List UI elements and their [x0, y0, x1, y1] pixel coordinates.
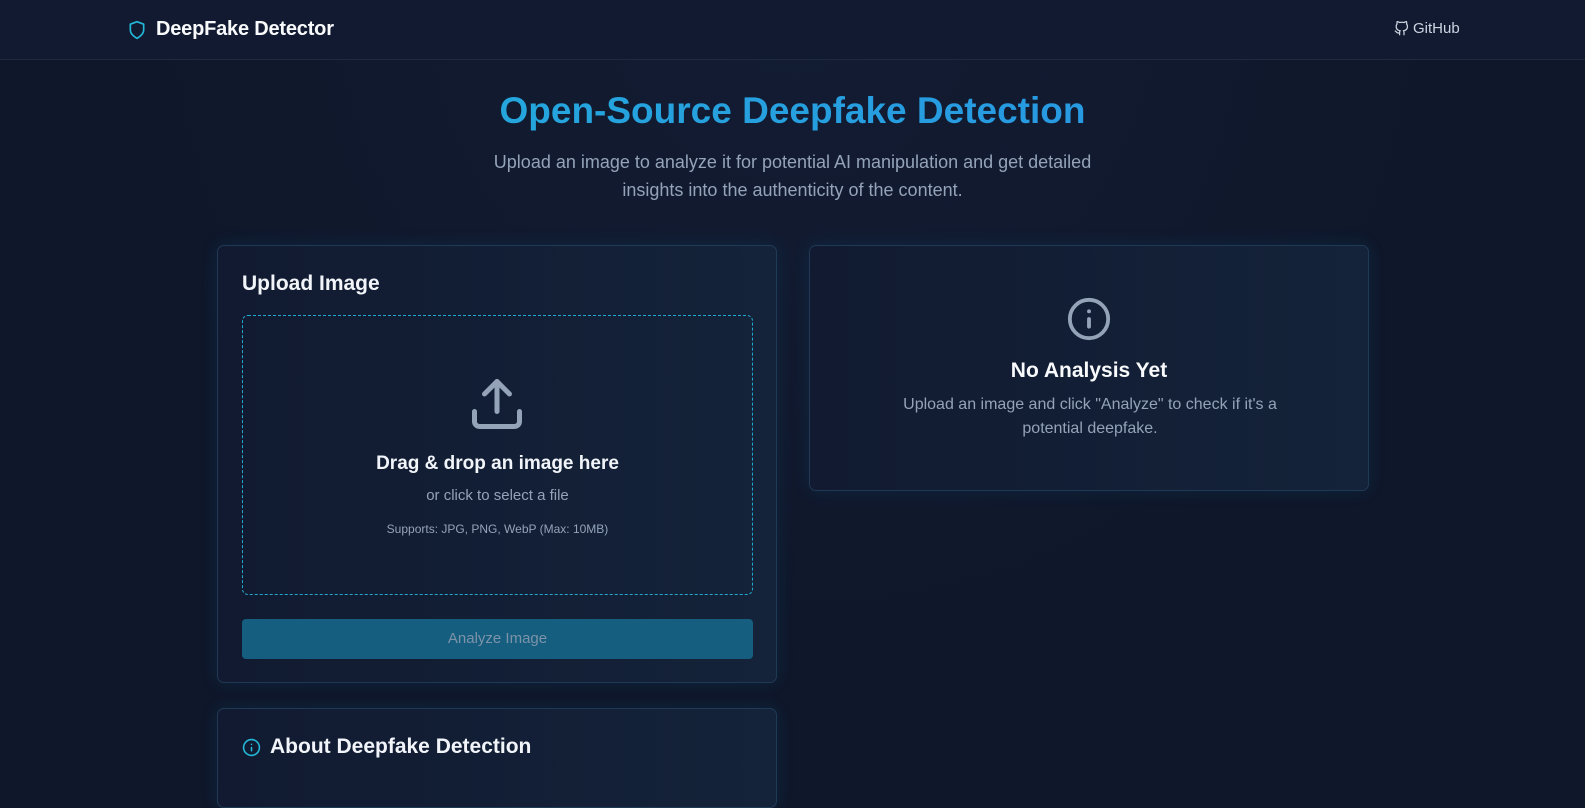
- analyze-image-button[interactable]: Analyze Image: [242, 619, 753, 659]
- info-icon: [242, 738, 261, 756]
- page-title: Open-Source Deepfake Detection: [0, 90, 1585, 132]
- page-subtitle: Upload an image to analyze it for potent…: [493, 152, 1092, 200]
- dropzone-subtitle: or click to select a file: [426, 487, 569, 504]
- github-icon: [1394, 21, 1409, 36]
- dropzone-title: Drag & drop an image here: [376, 453, 619, 474]
- image-dropzone[interactable]: Drag & drop an image here or click to se…: [242, 315, 753, 595]
- github-link[interactable]: GitHub: [1394, 20, 1460, 37]
- brand-title: DeepFake Detector: [156, 18, 334, 40]
- result-title: No Analysis Yet: [1010, 359, 1168, 382]
- analysis-result-card: No Analysis Yet Upload an image and clic…: [809, 245, 1369, 491]
- top-navbar: DeepFake Detector GitHub: [0, 0, 1585, 60]
- upload-card-title: Upload Image: [242, 272, 380, 295]
- info-icon: [1067, 297, 1111, 341]
- shield-icon: [129, 20, 145, 39]
- brand[interactable]: DeepFake Detector: [127, 18, 334, 41]
- upload-card: Upload Image Drag & drop an image here o…: [217, 245, 777, 683]
- upload-icon: [472, 379, 522, 429]
- supported-formats: Supports: JPG, PNG, WebP (Max: 10MB): [386, 522, 609, 536]
- github-label: GitHub: [1413, 20, 1460, 37]
- about-header: About Deepfake Detection: [242, 735, 531, 759]
- result-description: Upload an image and click "Analyze" to c…: [903, 396, 1277, 437]
- about-title: About Deepfake Detection: [270, 735, 532, 758]
- about-card: About Deepfake Detection: [217, 708, 777, 808]
